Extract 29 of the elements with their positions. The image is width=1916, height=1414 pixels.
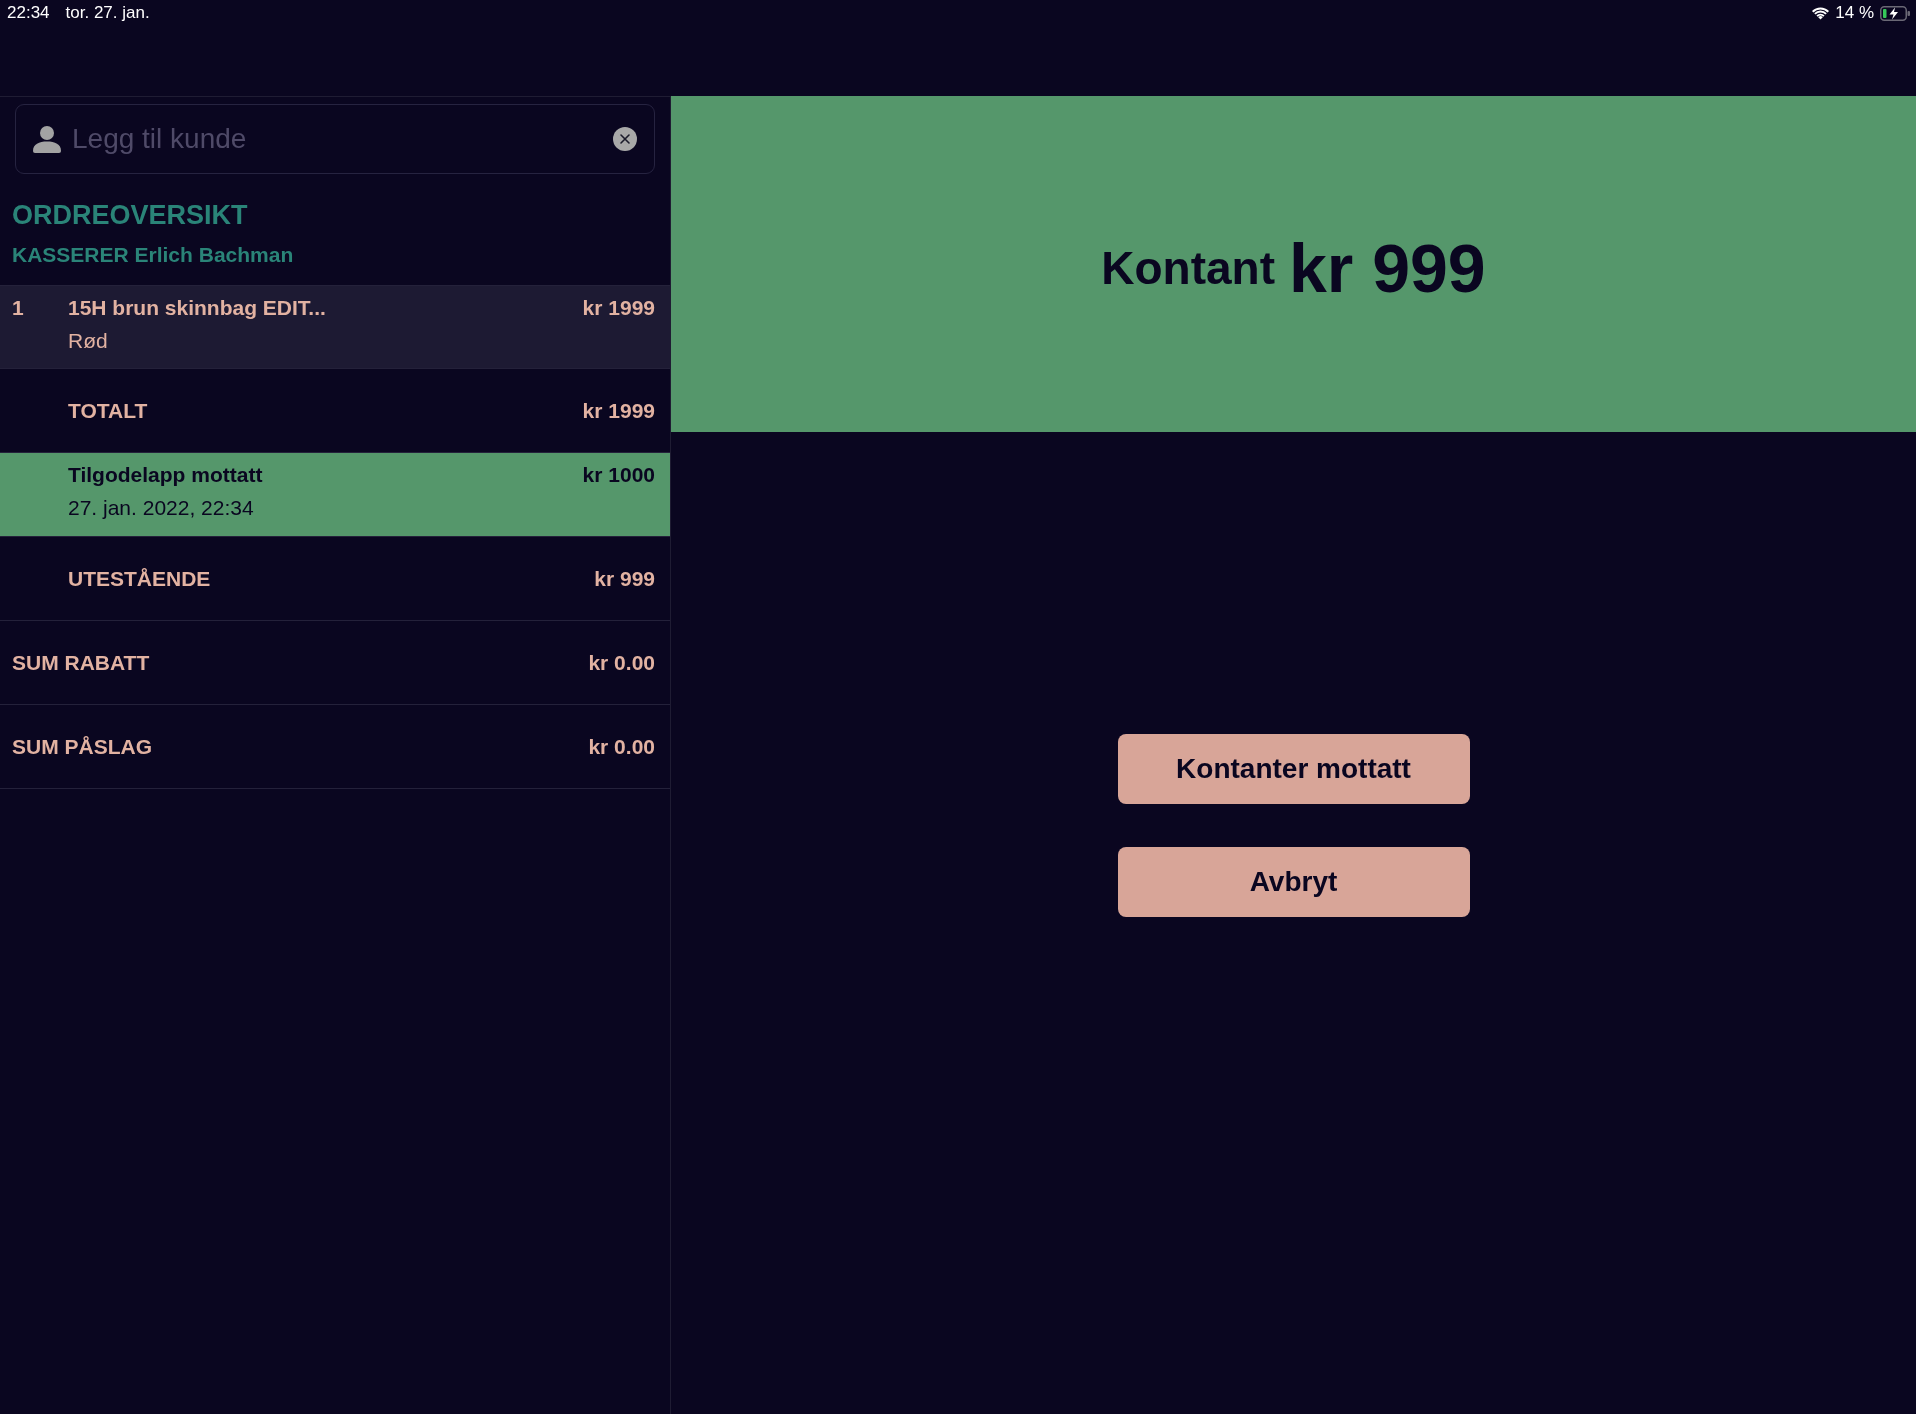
item-name: 15H brun skinnbag EDIT... [68, 296, 327, 320]
person-icon [33, 125, 61, 153]
clear-icon[interactable] [613, 127, 637, 151]
summary-label: SUM RABATT [12, 650, 150, 675]
payment-date: 27. jan. 2022, 22:34 [68, 496, 255, 520]
total-amount: kr 999 [594, 566, 655, 591]
summary-amount: kr 0.00 [588, 734, 655, 759]
payment-method: Kontant [1101, 241, 1276, 295]
battery-percent: 14 % [1835, 3, 1874, 23]
payment-due-amount: kr 999 [1289, 229, 1486, 307]
payment-label: Tilgodelapp mottatt [68, 463, 264, 487]
summary-amount: kr 0.00 [588, 650, 655, 675]
order-overview-title: ORDREOVERSIKT [12, 200, 249, 231]
total-amount: kr 1999 [582, 398, 655, 423]
item-variant: Rød [68, 329, 109, 353]
summary-label: SUM PÅSLAG [12, 734, 152, 759]
cancel-button[interactable]: Avbryt [1117, 847, 1470, 917]
total-label: UTESTÅENDE [68, 566, 211, 591]
item-price: kr 1999 [582, 296, 655, 320]
cash-received-button[interactable]: Kontanter mottatt [1117, 734, 1470, 804]
cashier-name: KASSERER Erlich Bachman [12, 243, 295, 267]
total-label: TOTALT [68, 398, 148, 423]
item-quantity: 1 [12, 296, 25, 320]
battery-charging-icon [1880, 5, 1910, 21]
customer-search-field[interactable]: Legg til kunde [15, 104, 655, 174]
wifi-icon [1812, 6, 1830, 20]
status-time: 22:34 [7, 3, 50, 23]
status-date: tor. 27. jan. [65, 3, 150, 23]
payment-amount: kr 1000 [582, 463, 655, 487]
